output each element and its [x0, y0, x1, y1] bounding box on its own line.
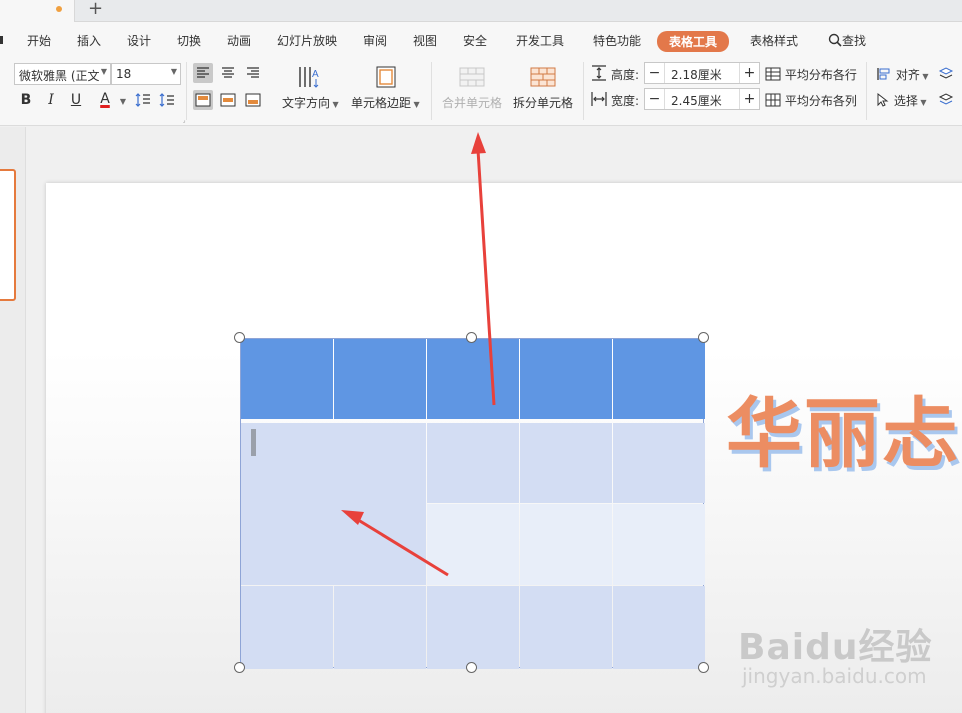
arrow-to-merge-button-icon: [471, 132, 496, 406]
arrow-to-merged-cell-icon: [341, 510, 449, 577]
annotation-arrows: [341, 132, 496, 577]
